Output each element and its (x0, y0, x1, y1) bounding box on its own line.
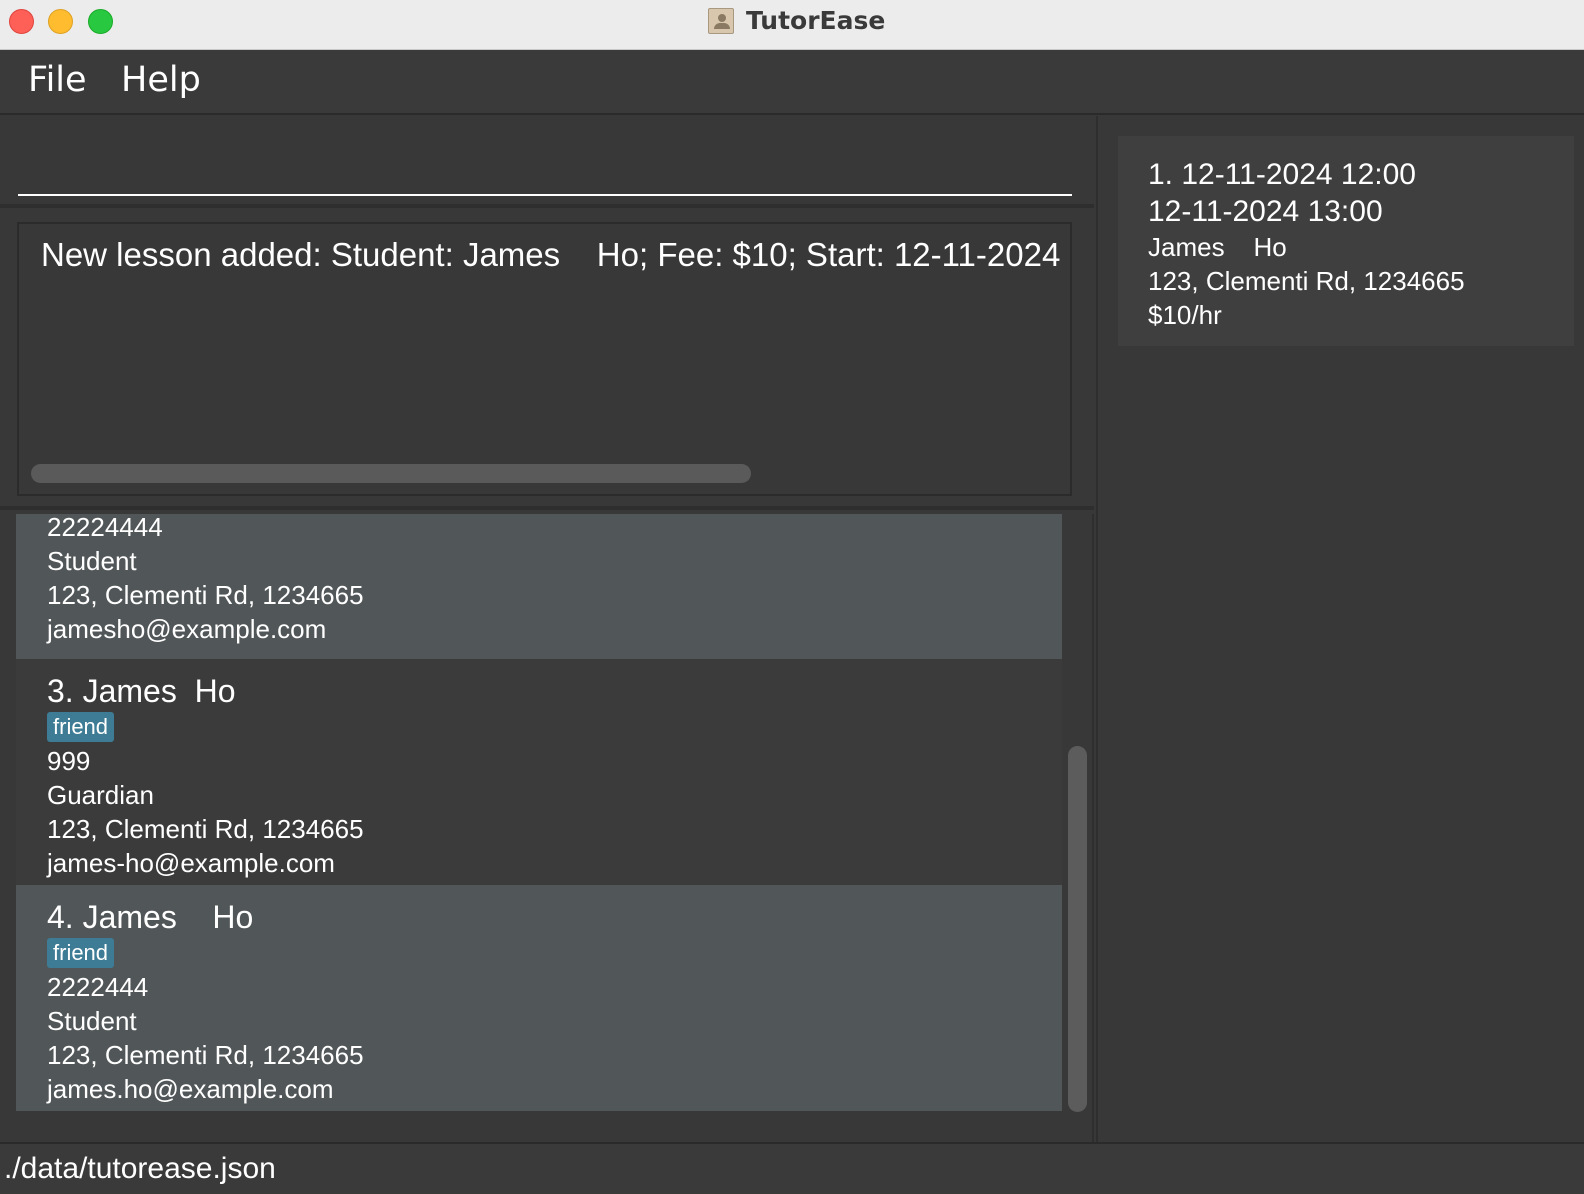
data-file-path: ./data/tutorease.json (4, 1152, 276, 1185)
maximize-window-button[interactable] (88, 9, 113, 34)
person-phone: 999 (47, 746, 91, 776)
person-tag: friend (47, 938, 115, 968)
window-title: TutorEase (746, 6, 886, 35)
lesson-card[interactable]: 1. 12-11-2024 12:00 12-11-2024 13:00 Jam… (1118, 136, 1574, 346)
person-card[interactable]: 4. James Ho friend 2222444 Student 123, … (16, 885, 1062, 1111)
result-horizontal-scrollbar[interactable] (31, 464, 751, 483)
person-phone: 2222444 (47, 972, 149, 1002)
menu-file[interactable]: File (28, 60, 87, 100)
person-role: Guardian (47, 780, 154, 810)
minimize-window-button[interactable] (48, 9, 73, 34)
person-role: Student (47, 1006, 137, 1036)
person-address: 123, Clementi Rd, 1234665 (47, 580, 364, 610)
result-text-box[interactable]: New lesson added: Student: James Ho; Fee… (17, 222, 1072, 496)
lesson-address: 123, Clementi Rd, 1234665 (1148, 266, 1465, 296)
menu-bar: File Help (0, 50, 1584, 115)
lesson-list: 1. 12-11-2024 12:00 12-11-2024 13:00 Jam… (1096, 116, 1584, 1142)
person-list: 22224444 Student 123, Clementi Rd, 12346… (0, 514, 1094, 1142)
lesson-student: James Ho (1148, 232, 1287, 262)
window-titlebar: TutorEase (0, 0, 1584, 50)
person-role: Student (47, 546, 137, 576)
result-display: New lesson added: Student: James Ho; Fee… (0, 212, 1094, 510)
menu-help[interactable]: Help (121, 60, 201, 100)
person-email: jamesho@example.com (47, 614, 327, 644)
lesson-fee: $10/hr (1148, 300, 1222, 330)
person-name: 4. James Ho (47, 899, 254, 935)
command-box (0, 116, 1094, 208)
person-email: james.ho@example.com (47, 1074, 334, 1104)
app-icon (708, 8, 734, 34)
person-name: 3. James Ho (47, 673, 236, 709)
person-list-vertical-scrollbar[interactable] (1068, 746, 1087, 1112)
person-tag: friend (47, 712, 115, 742)
lesson-start: 1. 12-11-2024 12:00 (1148, 158, 1416, 191)
person-card[interactable]: 3. James Ho friend 999 Guardian 123, Cle… (16, 659, 1062, 885)
close-window-button[interactable] (9, 9, 34, 34)
person-card[interactable]: 22224444 Student 123, Clementi Rd, 12346… (16, 514, 1062, 659)
person-address: 123, Clementi Rd, 1234665 (47, 814, 364, 844)
person-address: 123, Clementi Rd, 1234665 (47, 1040, 364, 1070)
person-email: james-ho@example.com (47, 848, 335, 878)
result-message: New lesson added: Student: James Ho; Fee… (41, 236, 1072, 273)
lesson-end: 12-11-2024 13:00 (1148, 195, 1383, 228)
status-bar: ./data/tutorease.json (0, 1142, 1584, 1194)
person-phone: 22224444 (47, 514, 163, 542)
command-input[interactable] (18, 156, 1072, 196)
